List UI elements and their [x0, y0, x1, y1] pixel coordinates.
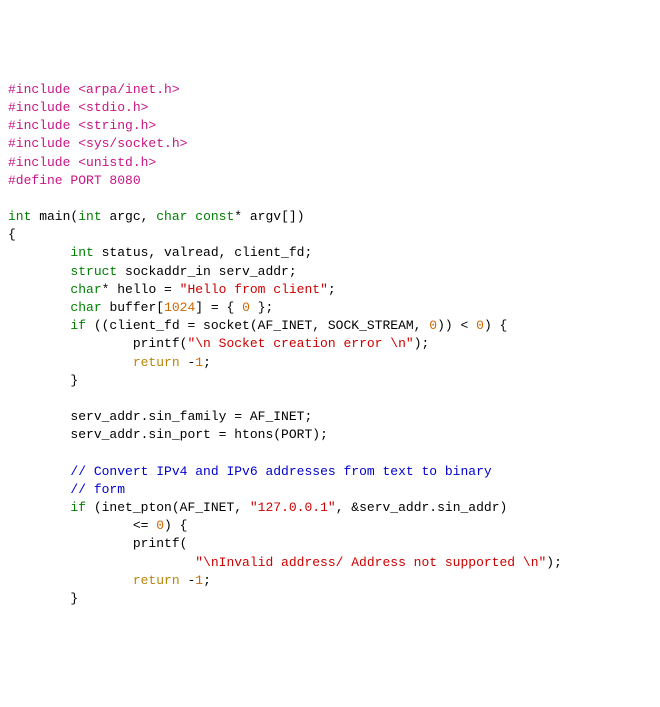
kw-struct: struct: [70, 264, 117, 279]
brace: }: [70, 373, 78, 388]
expr: <=: [133, 518, 156, 533]
expr: )) <: [437, 318, 476, 333]
header: <unistd.h>: [70, 155, 156, 170]
fn-printf: printf(: [133, 536, 188, 551]
fn-printf: printf(: [133, 336, 188, 351]
string-literal: "\n Socket creation error \n": [187, 336, 413, 351]
line-22: // Convert IPv4 and IPv6 addresses from …: [8, 464, 492, 479]
line-10: int status, valread, client_fd;: [8, 245, 312, 260]
line-9: {: [8, 227, 16, 242]
argc: argc,: [102, 209, 157, 224]
semi: ;: [203, 355, 211, 370]
expr: , &serv_addr.sin_addr): [336, 500, 508, 515]
string-literal: "127.0.0.1": [250, 500, 336, 515]
comment: // form: [70, 482, 125, 497]
number: 0: [242, 300, 250, 315]
kw-const: const: [187, 209, 234, 224]
preproc: #include: [8, 100, 70, 115]
line-19: serv_addr.sin_family = AF_INET;: [8, 409, 312, 424]
kw-int: int: [8, 209, 31, 224]
line-25: <= 0) {: [8, 518, 187, 533]
preproc: #include: [8, 155, 70, 170]
number: 1: [195, 573, 203, 588]
line-6: #define PORT 8080: [8, 173, 141, 188]
line-16: return -1;: [8, 355, 211, 370]
kw-char: char: [70, 300, 101, 315]
kw-int: int: [78, 209, 101, 224]
decl: * hello =: [102, 282, 180, 297]
header: <string.h>: [70, 118, 156, 133]
decl: };: [250, 300, 273, 315]
end: );: [414, 336, 430, 351]
line-4: #include <sys/socket.h>: [8, 136, 187, 151]
semi: ;: [203, 573, 211, 588]
expr: ) {: [164, 518, 187, 533]
line-11: struct sockaddr_in serv_addr;: [8, 264, 297, 279]
line-12: char* hello = "Hello from client";: [8, 282, 336, 297]
line-3: #include <string.h>: [8, 118, 156, 133]
line-8: int main(int argc, char const* argv[]): [8, 209, 305, 224]
line-28: return -1;: [8, 573, 211, 588]
line-29: }: [8, 591, 78, 606]
number: 0: [476, 318, 484, 333]
kw-int: int: [70, 245, 93, 260]
line-24: if (inet_pton(AF_INET, "127.0.0.1", &ser…: [8, 500, 507, 515]
preproc: #define: [8, 173, 63, 188]
kw-if: if: [70, 500, 86, 515]
header: <sys/socket.h>: [70, 136, 187, 151]
line-2: #include <stdio.h>: [8, 100, 148, 115]
stmt: serv_addr.sin_family = AF_INET;: [70, 409, 312, 424]
number: 0: [429, 318, 437, 333]
decl: sockaddr_in serv_addr;: [117, 264, 296, 279]
stmt: serv_addr.sin_port = htons(PORT);: [70, 427, 327, 442]
decl: status, valread, client_fd;: [94, 245, 312, 260]
number: 1024: [164, 300, 195, 315]
comment: // Convert IPv4 and IPv6 addresses from …: [70, 464, 491, 479]
decl: buffer[: [102, 300, 164, 315]
kw-if: if: [70, 318, 86, 333]
header: <stdio.h>: [70, 100, 148, 115]
line-15: printf("\n Socket creation error \n");: [8, 336, 429, 351]
kw-char: char: [70, 282, 101, 297]
line-20: serv_addr.sin_port = htons(PORT);: [8, 427, 328, 442]
expr: ((client_fd = socket(AF_INET, SOCK_STREA…: [86, 318, 429, 333]
argv: * argv[]): [234, 209, 304, 224]
line-1: #include <arpa/inet.h>: [8, 82, 180, 97]
expr: -: [180, 573, 196, 588]
expr: ) {: [484, 318, 507, 333]
line-13: char buffer[1024] = { 0 };: [8, 300, 273, 315]
brace: {: [8, 227, 16, 242]
preproc: #include: [8, 136, 70, 151]
line-14: if ((client_fd = socket(AF_INET, SOCK_ST…: [8, 318, 507, 333]
line-27: "\nInvalid address/ Address not supporte…: [8, 555, 562, 570]
define-rest: PORT 8080: [63, 173, 141, 188]
line-26: printf(: [8, 536, 187, 551]
preproc: #include: [8, 118, 70, 133]
string-literal: "\nInvalid address/ Address not supporte…: [195, 555, 546, 570]
kw-char: char: [156, 209, 187, 224]
kw-return: return: [133, 355, 180, 370]
header: <arpa/inet.h>: [70, 82, 179, 97]
string-literal: "Hello from client": [180, 282, 328, 297]
preproc: #include: [8, 82, 70, 97]
semi: ;: [328, 282, 336, 297]
line-5: #include <unistd.h>: [8, 155, 156, 170]
number: 1: [195, 355, 203, 370]
brace: }: [70, 591, 78, 606]
expr: (inet_pton(AF_INET,: [86, 500, 250, 515]
number: 0: [156, 518, 164, 533]
line-17: }: [8, 373, 78, 388]
code-snippet: #include <arpa/inet.h> #include <stdio.h…: [8, 81, 652, 608]
expr: -: [180, 355, 196, 370]
kw-return: return: [133, 573, 180, 588]
end: );: [546, 555, 562, 570]
decl: ] = {: [195, 300, 242, 315]
fn-main: main: [31, 209, 70, 224]
line-23: // form: [8, 482, 125, 497]
